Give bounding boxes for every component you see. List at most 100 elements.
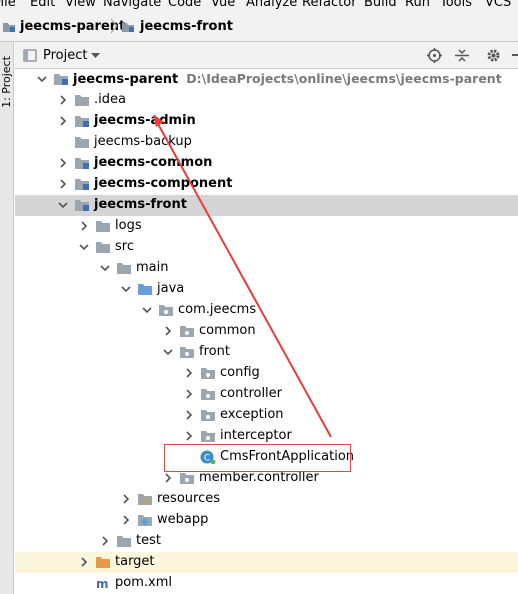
menu-run[interactable]: Run bbox=[405, 0, 430, 10]
module-folder-icon bbox=[75, 116, 89, 127]
chevron-right-icon[interactable] bbox=[184, 368, 194, 378]
tree-node-jeecms-parent[interactable]: jeecms-parent D:\IdeaProjects\online\jeec… bbox=[15, 70, 518, 90]
chevron-down-icon[interactable] bbox=[163, 347, 173, 357]
tree-node-main[interactable]: main bbox=[15, 258, 518, 279]
tree-node-webapp[interactable]: webapp bbox=[15, 510, 518, 531]
chevron-down-icon[interactable] bbox=[121, 284, 131, 294]
tree-node-label: logs bbox=[115, 218, 142, 233]
menu-tools[interactable]: Tools bbox=[440, 0, 472, 10]
tree-node-idea[interactable]: .idea bbox=[15, 90, 518, 111]
menu-refactor[interactable]: Refactor bbox=[302, 0, 357, 10]
package-icon bbox=[180, 473, 194, 484]
menu-edit[interactable]: Edit bbox=[30, 0, 55, 10]
ide-window: File Edit View Navigate Code Vue Analyze… bbox=[0, 0, 518, 594]
chevron-right-icon[interactable] bbox=[163, 326, 173, 336]
folder-icon bbox=[117, 263, 131, 274]
tree-node-java[interactable]: java bbox=[15, 279, 518, 300]
project-tool-tab[interactable]: 1: Project bbox=[0, 56, 14, 108]
module-folder-icon bbox=[75, 200, 89, 211]
hide-panel-icon[interactable] bbox=[512, 54, 518, 56]
tree-node-label: member.controller bbox=[199, 470, 319, 485]
tree-node-jeecms-common[interactable]: jeecms-common bbox=[15, 153, 518, 174]
menu-navigate[interactable]: Navigate bbox=[103, 0, 161, 10]
tree-node-resources[interactable]: resources bbox=[15, 489, 518, 510]
chevron-down-icon[interactable] bbox=[100, 263, 110, 273]
source-folder-icon bbox=[138, 284, 152, 295]
folder-icon bbox=[75, 95, 89, 106]
tree-node-exception[interactable]: exception bbox=[15, 405, 518, 426]
folder-icon bbox=[96, 242, 110, 253]
breadcrumb-separator-icon bbox=[110, 18, 118, 34]
chevron-right-icon[interactable] bbox=[121, 494, 131, 504]
chevron-down-icon[interactable] bbox=[91, 53, 100, 59]
tool-window-strip: 1: Project bbox=[0, 42, 14, 594]
chevron-right-icon[interactable] bbox=[58, 158, 68, 168]
tree-node-jeecms-component[interactable]: jeecms-component bbox=[15, 174, 518, 195]
locate-icon[interactable] bbox=[427, 48, 442, 63]
chevron-right-icon[interactable] bbox=[163, 473, 173, 483]
tree-node-test[interactable]: test bbox=[15, 531, 518, 552]
chevron-right-icon[interactable] bbox=[79, 557, 89, 567]
project-view-selector[interactable]: Project bbox=[43, 48, 87, 63]
chevron-right-icon[interactable] bbox=[58, 116, 68, 126]
tree-node-label: interceptor bbox=[220, 428, 292, 443]
chevron-right-icon[interactable] bbox=[58, 179, 68, 189]
tree-node-label: target bbox=[115, 554, 155, 569]
menu-bar: File Edit View Navigate Code Vue Analyze… bbox=[0, 0, 518, 12]
tree-node-label: jeecms-front bbox=[94, 197, 187, 212]
tree-node-label: exception bbox=[220, 407, 284, 422]
tree-node-logs[interactable]: logs bbox=[15, 216, 518, 237]
project-icon bbox=[23, 49, 37, 62]
menu-file[interactable]: File bbox=[0, 0, 16, 10]
tree-node-label: resources bbox=[157, 491, 221, 506]
tree-node-label: com.jeecms bbox=[178, 302, 257, 317]
tree-node-jeecms-admin[interactable]: jeecms-admin bbox=[15, 111, 518, 132]
chevron-right-icon[interactable] bbox=[58, 95, 68, 105]
tree-node-label: jeecms-parent D:\IdeaProjects\online\jeec… bbox=[73, 71, 502, 87]
excluded-folder-icon bbox=[96, 557, 110, 568]
menu-view[interactable]: View bbox=[65, 0, 96, 10]
tree-node-label: common bbox=[199, 323, 256, 338]
folder-icon bbox=[75, 137, 89, 148]
tree-node-pom-xml[interactable]: m pom.xml bbox=[15, 573, 518, 594]
chevron-down-icon[interactable] bbox=[79, 242, 89, 252]
tree-node-jeecms-front[interactable]: jeecms-front bbox=[15, 195, 518, 216]
menu-analyze[interactable]: Analyze bbox=[246, 0, 297, 10]
collapse-all-icon[interactable] bbox=[455, 48, 469, 63]
chevron-down-icon[interactable] bbox=[58, 200, 68, 210]
chevron-right-icon[interactable] bbox=[184, 431, 194, 441]
menu-vue[interactable]: Vue bbox=[211, 0, 235, 10]
tree-node-front[interactable]: front bbox=[15, 342, 518, 363]
module-folder-icon bbox=[122, 23, 134, 32]
tree-node-src[interactable]: src bbox=[15, 237, 518, 258]
tree-node-label: src bbox=[115, 239, 134, 254]
package-icon bbox=[201, 389, 215, 400]
tree-node-target[interactable]: target bbox=[15, 552, 518, 573]
tree-node-config[interactable]: config bbox=[15, 363, 518, 384]
menu-build[interactable]: Build bbox=[364, 0, 397, 10]
menu-code[interactable]: Code bbox=[168, 0, 201, 10]
module-folder-icon bbox=[75, 179, 89, 190]
chevron-right-icon[interactable] bbox=[100, 536, 110, 546]
maven-icon: m bbox=[96, 577, 109, 590]
resources-folder-icon bbox=[138, 494, 152, 505]
module-folder-icon bbox=[3, 23, 15, 32]
package-icon bbox=[180, 326, 194, 337]
tree-node-com-jeecms[interactable]: com.jeecms bbox=[15, 300, 518, 321]
tree-node-label: main bbox=[136, 260, 169, 275]
chevron-right-icon[interactable] bbox=[184, 389, 194, 399]
tree-node-label: front bbox=[199, 344, 230, 359]
project-path: D:\IdeaProjects\online\jeecms\jeecms-par… bbox=[186, 71, 502, 86]
gear-icon[interactable] bbox=[486, 48, 501, 63]
tree-node-controller[interactable]: controller bbox=[15, 384, 518, 405]
tree-node-jeecms-backup[interactable]: jeecms-backup bbox=[15, 132, 518, 153]
breadcrumb-jeecms-front[interactable]: jeecms-front bbox=[140, 19, 233, 34]
chevron-right-icon[interactable] bbox=[79, 221, 89, 231]
chevron-right-icon[interactable] bbox=[121, 515, 131, 525]
chevron-right-icon[interactable] bbox=[184, 410, 194, 420]
tree-node-common[interactable]: common bbox=[15, 321, 518, 342]
tree-node-label: webapp bbox=[157, 512, 209, 527]
chevron-down-icon[interactable] bbox=[37, 74, 47, 84]
chevron-down-icon[interactable] bbox=[142, 305, 152, 315]
menu-vcs[interactable]: VCS bbox=[485, 0, 511, 10]
